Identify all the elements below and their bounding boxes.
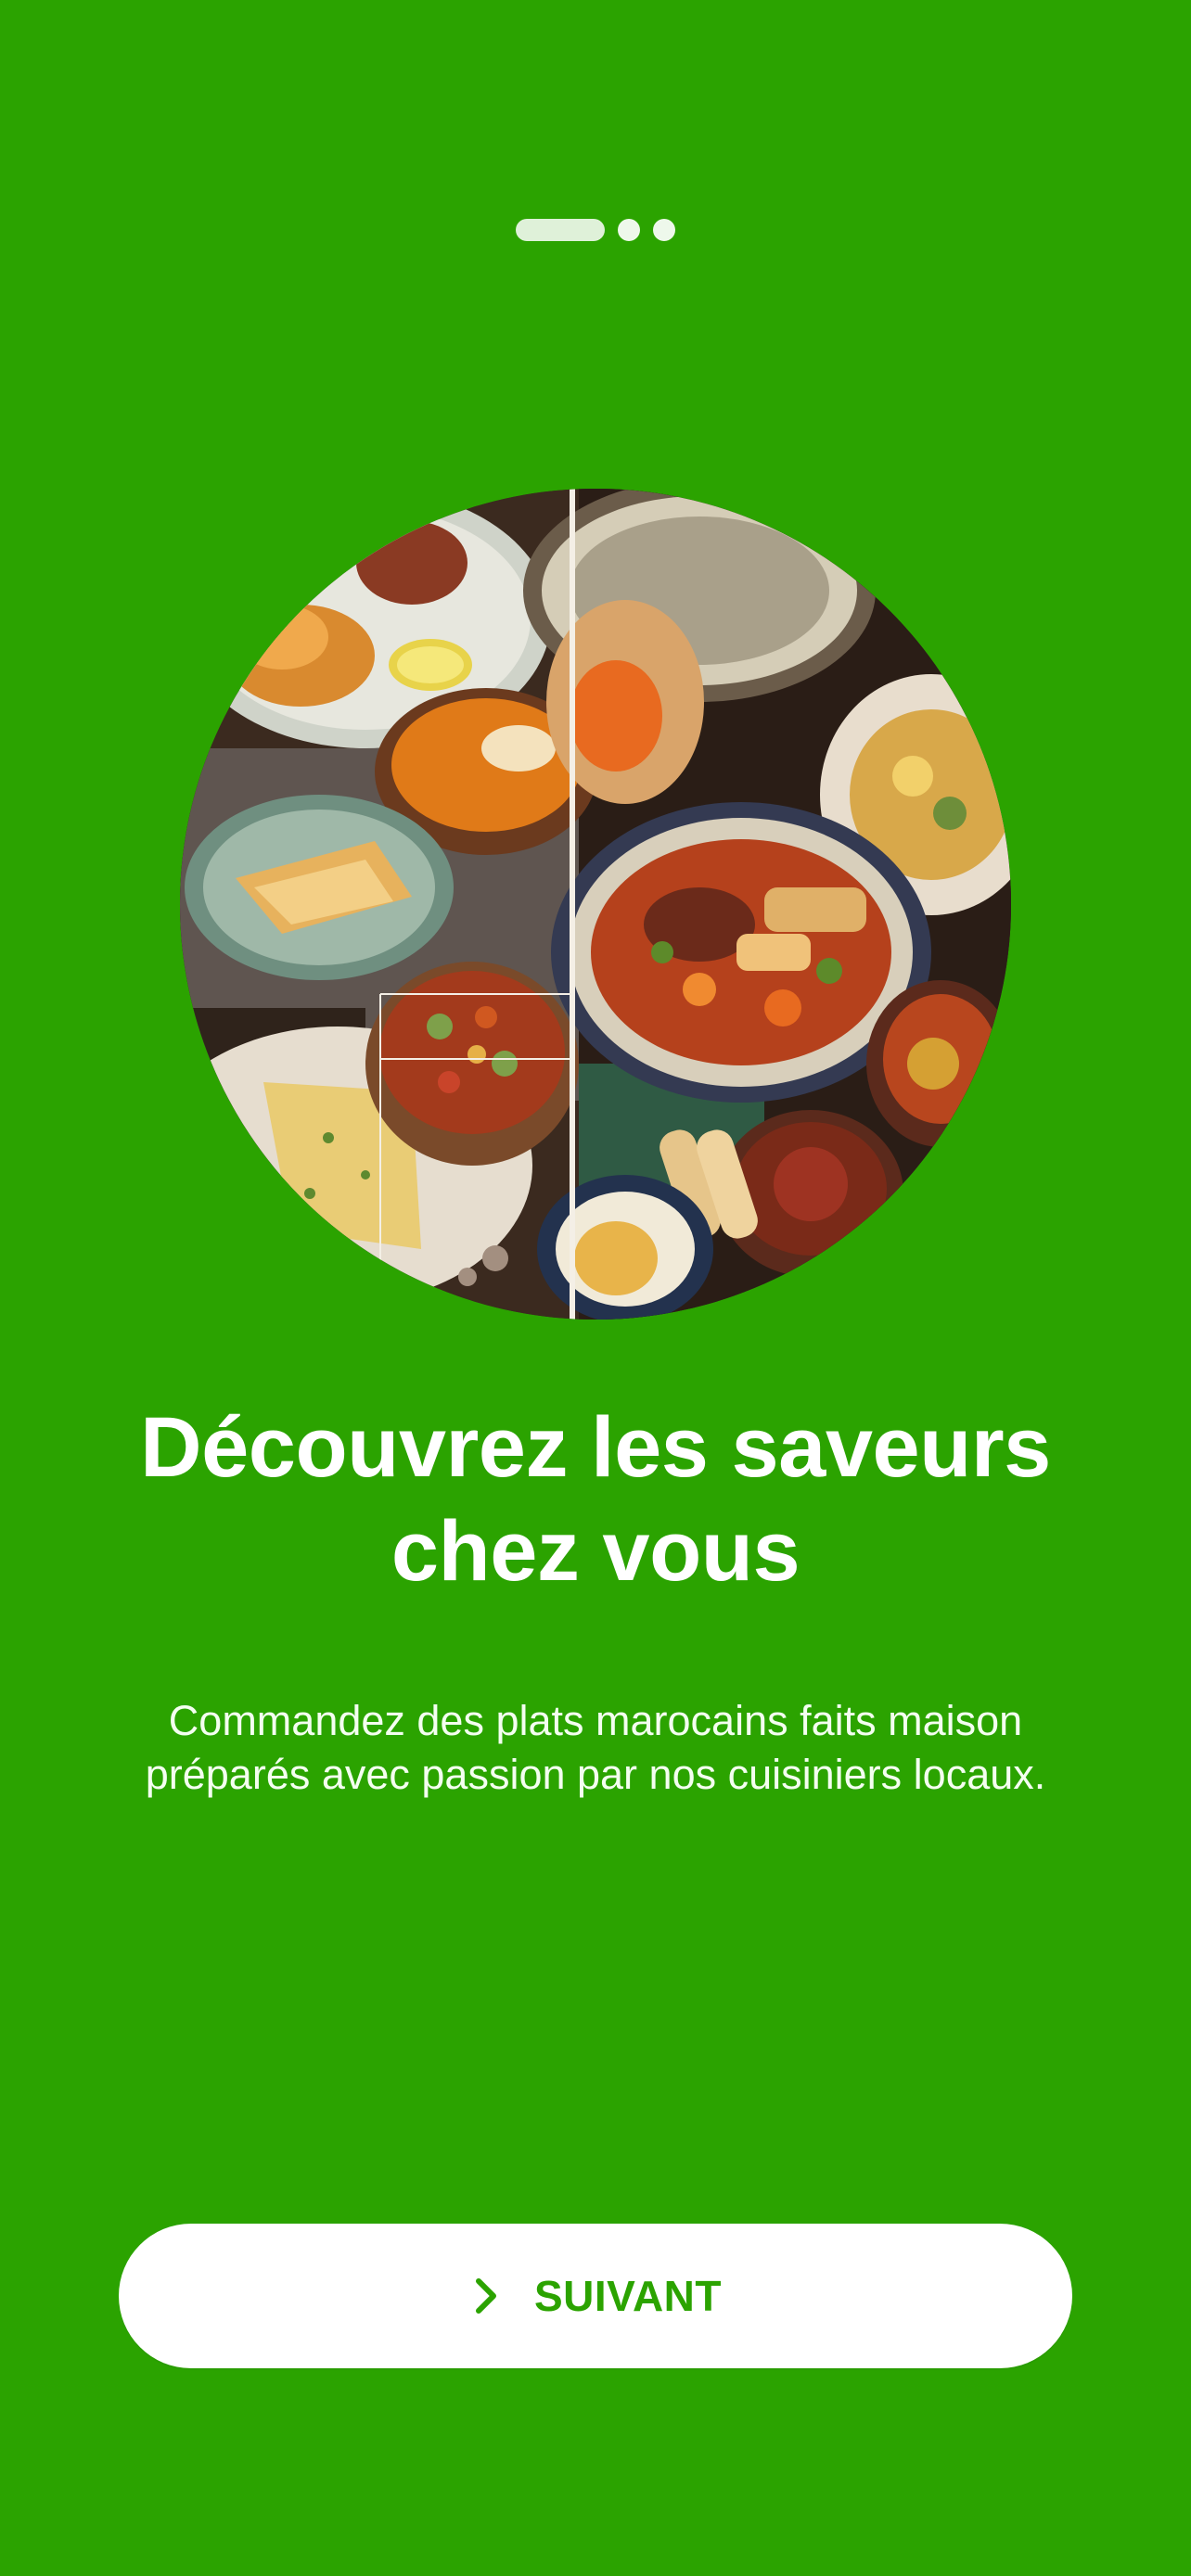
onboarding-screen: Découvrez les saveurs chez vous Commande… bbox=[0, 0, 1191, 2576]
next-button-label: SUIVANT bbox=[534, 2272, 722, 2320]
page-indicator-dot[interactable] bbox=[618, 219, 640, 241]
onboarding-subtitle: Commandez des plats marocains faits mais… bbox=[145, 1697, 1046, 1798]
food-collage-image bbox=[180, 489, 1011, 1320]
chevron-right-icon bbox=[469, 2276, 503, 2316]
page-indicator bbox=[0, 219, 1191, 241]
page-indicator-dot[interactable] bbox=[653, 219, 675, 241]
next-button[interactable]: SUIVANT bbox=[119, 2224, 1072, 2368]
onboarding-title: Découvrez les saveurs chez vous bbox=[140, 1400, 1051, 1599]
page-indicator-dot-active[interactable] bbox=[516, 219, 605, 241]
